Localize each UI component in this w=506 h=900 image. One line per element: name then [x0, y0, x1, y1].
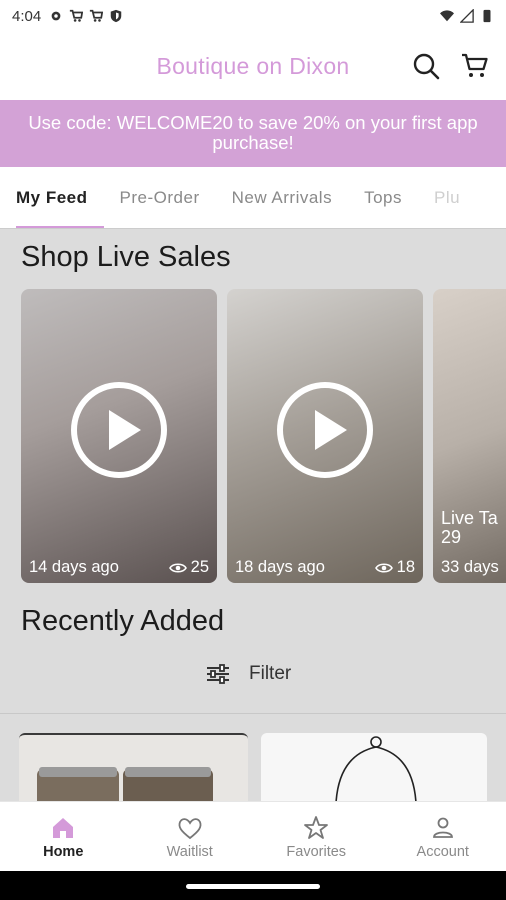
shield-icon	[110, 9, 122, 23]
filter-label: Filter	[249, 663, 292, 684]
live-sales-carousel[interactable]: 14 days ago 25 18 days ago 18 Live Ta 29…	[21, 289, 506, 584]
view-count: 18	[374, 558, 415, 577]
home-gesture-handle[interactable]	[186, 884, 320, 889]
nav-account[interactable]: Account	[380, 802, 506, 871]
nav-home[interactable]: Home	[0, 802, 127, 871]
play-icon[interactable]	[69, 380, 169, 480]
view-count-value: 18	[396, 558, 415, 576]
feed-content[interactable]: Shop Live Sales 14 days ago 25 18 days a…	[0, 229, 506, 801]
sliders-icon	[207, 664, 229, 684]
recently-added-heading: Recently Added	[21, 605, 225, 637]
live-sale-age: 33 days	[441, 558, 499, 576]
promo-banner[interactable]: Use code: WELCOME20 to save 20% on your …	[0, 100, 506, 167]
live-sale-age: 18 days ago	[235, 558, 325, 576]
category-tabs: My Feed Pre-Order New Arrivals Tops Plu	[0, 167, 506, 229]
nav-favorites[interactable]: Favorites	[253, 802, 380, 871]
status-bar: 4:04	[0, 0, 506, 32]
tab-plus[interactable]: Plu	[418, 167, 476, 228]
eye-icon	[168, 562, 187, 573]
home-icon	[53, 817, 74, 838]
live-sales-heading: Shop Live Sales	[21, 241, 231, 273]
tab-new-arrivals[interactable]: New Arrivals	[216, 167, 348, 228]
nav-waitlist[interactable]: Waitlist	[127, 802, 254, 871]
filter-button[interactable]: Filter	[205, 663, 291, 685]
nav-home-label: Home	[43, 843, 84, 860]
nav-account-label: Account	[416, 843, 469, 860]
app-header: Boutique on Dixon	[0, 32, 506, 100]
view-count: 25	[168, 558, 209, 577]
view-count-value: 25	[190, 558, 209, 576]
battery-icon	[483, 9, 491, 23]
tab-pre-order[interactable]: Pre-Order	[104, 167, 216, 228]
wifi-icon	[440, 10, 454, 22]
live-sale-age: 14 days ago	[29, 558, 119, 576]
cart-icon	[70, 9, 84, 22]
person-icon	[432, 817, 453, 838]
nav-favorites-label: Favorites	[286, 843, 347, 860]
signal-icon	[460, 9, 474, 23]
live-sale-title-line1: Live Ta	[441, 508, 498, 528]
cart-icon[interactable]	[460, 51, 490, 81]
nav-waitlist-label: Waitlist	[166, 843, 213, 860]
star-icon	[304, 815, 329, 839]
tab-my-feed[interactable]: My Feed	[0, 167, 104, 228]
store-title: Boutique on Dixon	[156, 52, 350, 79]
search-icon[interactable]	[412, 52, 440, 80]
product-image	[335, 736, 417, 801]
product-card[interactable]	[261, 733, 487, 801]
live-sale-title: Live Ta 29	[441, 509, 498, 547]
status-time: 4:04	[12, 7, 42, 25]
play-icon[interactable]	[275, 380, 375, 480]
live-sale-card[interactable]: 18 days ago 18	[227, 289, 423, 583]
live-sale-title-line2: 29	[441, 527, 462, 547]
product-card[interactable]	[19, 733, 248, 801]
system-nav-bar	[0, 871, 506, 900]
product-image	[37, 767, 213, 801]
eye-icon	[374, 562, 393, 573]
live-sale-card[interactable]: 14 days ago 25	[21, 289, 217, 583]
heart-icon	[178, 817, 202, 839]
tab-tops[interactable]: Tops	[348, 167, 418, 228]
live-sale-card[interactable]: Live Ta 29 33 days	[433, 289, 506, 583]
gear-icon	[51, 11, 61, 21]
section-divider	[0, 713, 506, 714]
bottom-navigation: Home Waitlist Favorites Account	[0, 801, 506, 871]
cart-icon	[90, 9, 104, 22]
